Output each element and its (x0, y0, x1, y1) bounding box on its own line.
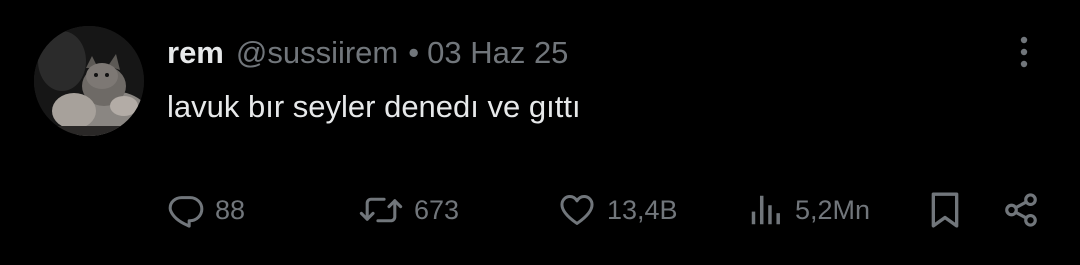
separator-dot: • (408, 35, 420, 70)
share-button[interactable] (1002, 186, 1040, 234)
heart-icon (560, 195, 594, 225)
like-button[interactable]: 13,4B (557, 186, 678, 234)
action-bar: 88 673 13,4B 5,2Mn (0, 186, 1080, 234)
reply-count: 88 (215, 194, 246, 225)
views-button[interactable]: 5,2Mn (747, 186, 870, 234)
like-count: 13,4B (607, 194, 678, 225)
views-icon (751, 195, 780, 225)
avatar[interactable] (34, 26, 144, 136)
retweet-count: 673 (414, 194, 460, 225)
author-name[interactable]: rem (167, 32, 224, 74)
retweet-icon (359, 197, 403, 223)
share-icon (1005, 193, 1037, 227)
bookmark-button[interactable] (928, 186, 962, 234)
reply-button[interactable]: 88 (167, 186, 245, 234)
avatar-photo (34, 26, 144, 136)
reply-icon (168, 196, 204, 228)
tweet-text: lavuk bır seyler denedı ve gıttı (167, 89, 581, 124)
tweet-header: rem @sussiirem • 03 Haz 25 (167, 32, 568, 74)
author-handle[interactable]: @sussiirem (236, 32, 398, 74)
views-count: 5,2Mn (795, 194, 871, 225)
bookmark-icon (931, 192, 959, 228)
tweet-date[interactable]: 03 Haz 25 (427, 32, 568, 74)
more-vertical-icon[interactable] (1012, 34, 1036, 70)
retweet-button[interactable]: 673 (358, 186, 459, 234)
tweet[interactable]: rem @sussiirem • 03 Haz 25 lavuk bır sey… (0, 0, 1080, 265)
